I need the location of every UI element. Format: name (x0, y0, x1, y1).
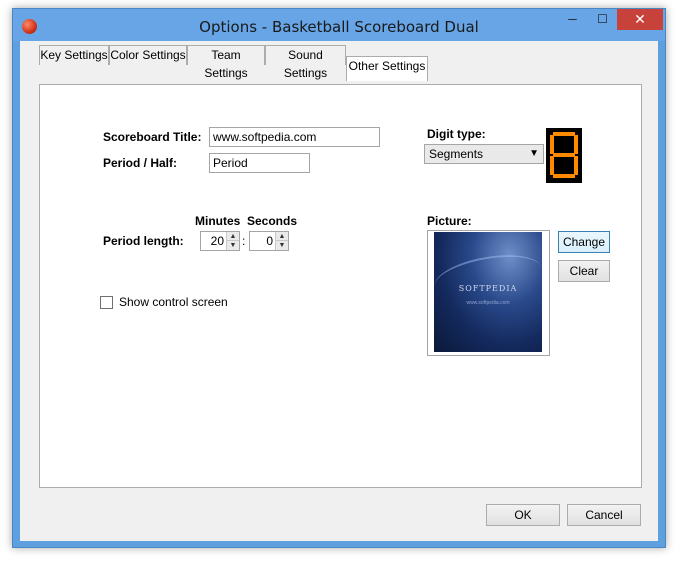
tab-team-settings[interactable]: Team Settings (187, 45, 265, 80)
digit-segment-g (553, 153, 575, 157)
other-settings-panel: Scoreboard Title: www.softpedia.com Peri… (39, 84, 642, 488)
clear-button[interactable]: Clear (558, 260, 610, 282)
period-half-input[interactable]: Period (209, 153, 310, 173)
change-button[interactable]: Change (558, 231, 610, 253)
close-button[interactable]: ✕ (617, 9, 663, 30)
digit-segment-a (553, 132, 575, 136)
period-half-label: Period / Half: (103, 156, 178, 170)
minutes-stepper[interactable]: 20 ▲ ▼ (200, 231, 240, 251)
minutes-value: 20 (210, 234, 224, 248)
minutes-down-icon[interactable]: ▼ (227, 241, 239, 250)
scoreboard-title-label: Scoreboard Title: (103, 130, 202, 144)
seconds-value: 0 (266, 234, 273, 248)
seconds-stepper[interactable]: 0 ▲ ▼ (249, 231, 289, 251)
show-control-label: Show control screen (119, 295, 228, 309)
digit-type-value: Segments (429, 147, 484, 161)
minutes-up-icon[interactable]: ▲ (227, 232, 239, 241)
client-area: Key Settings Color Settings Team Setting… (20, 41, 658, 541)
digit-segment-b (574, 135, 578, 154)
picture-watermark: SOFTPEDIA (458, 284, 518, 293)
seconds-down-icon[interactable]: ▼ (276, 241, 288, 250)
minutes-header: Minutes (195, 214, 241, 228)
seconds-header: Seconds (247, 214, 298, 228)
picture-image: SOFTPEDIA www.softpedia.com (431, 232, 545, 352)
maximize-button[interactable]: ☐ (589, 9, 616, 30)
chevron-down-icon: ▼ (529, 148, 539, 159)
ok-button[interactable]: OK (486, 504, 560, 526)
tab-key-settings[interactable]: Key Settings (39, 45, 109, 65)
scoreboard-title-input[interactable]: www.softpedia.com (209, 127, 380, 147)
digit-type-label: Digit type: (427, 127, 486, 141)
minimize-button[interactable]: ─ (559, 9, 586, 30)
picture-preview: SOFTPEDIA www.softpedia.com (427, 230, 550, 356)
picture-label: Picture: (427, 214, 472, 228)
cancel-button[interactable]: Cancel (567, 504, 641, 526)
digit-segment-c (574, 156, 578, 175)
period-length-label: Period length: (103, 234, 184, 248)
digit-segment-f (550, 135, 554, 154)
options-window: Options - Basketball Scoreboard Dual ─ ☐… (12, 8, 666, 548)
digit-preview (546, 128, 582, 183)
tab-other-settings[interactable]: Other Settings (346, 56, 428, 81)
digit-segment-d (553, 174, 575, 178)
time-colon: : (242, 234, 246, 248)
tab-color-settings[interactable]: Color Settings (109, 45, 187, 65)
picture-swirl (431, 247, 545, 307)
title-bar[interactable]: Options - Basketball Scoreboard Dual ─ ☐… (13, 9, 665, 41)
tab-sound-settings[interactable]: Sound Settings (265, 45, 346, 80)
show-control-checkbox[interactable] (100, 296, 113, 309)
picture-subtext: www.softpedia.com (466, 300, 510, 306)
digit-segment-e (550, 156, 554, 175)
seconds-up-icon[interactable]: ▲ (276, 232, 288, 241)
digit-type-select[interactable]: Segments ▼ (424, 144, 544, 164)
